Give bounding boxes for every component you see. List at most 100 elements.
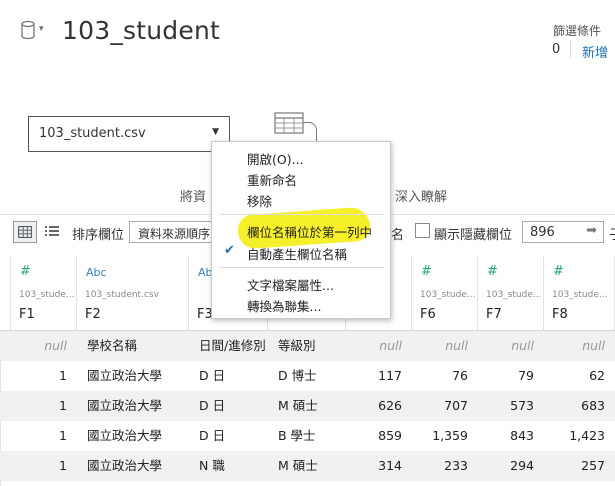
column-source: 103_stude... <box>420 290 476 300</box>
table-cell: 1,359 <box>432 428 468 443</box>
menu-item-field-names-first-row[interactable]: 欄位名稱位於第一列中 <box>247 222 372 241</box>
menu-item-rename[interactable]: 重新命名 <box>247 170 297 189</box>
table-icon[interactable] <box>274 112 304 134</box>
toolbar-label-fragment: 子 <box>609 224 615 243</box>
table-cell: 62 <box>589 368 605 383</box>
column-header[interactable]: #103_stude... F6 <box>412 256 478 330</box>
source-file-select[interactable]: 103_student.csv ▼ <box>28 116 230 152</box>
table-cell: 國立政治大學 <box>87 458 163 473</box>
show-hidden-checkbox[interactable] <box>415 223 430 238</box>
add-filter-link[interactable]: 新增 <box>582 42 608 61</box>
context-menu: 開啟(O)... 重新命名 移除 欄位名稱位於第一列中 ✔ 自動產生欄位名稱 文… <box>211 141 391 319</box>
table-cell: 日間/進修別 <box>199 338 266 353</box>
string-type-icon[interactable]: Abc <box>86 266 107 279</box>
chevron-down-icon[interactable]: ▾ <box>39 24 44 34</box>
table-cell: 843 <box>510 428 534 443</box>
number-type-icon[interactable]: # <box>553 264 564 279</box>
table-cell: 707 <box>444 398 468 413</box>
menu-item-remove[interactable]: 移除 <box>247 191 272 210</box>
table-cell: D 日 <box>199 368 226 383</box>
column-header[interactable]: #103_stude... F8 <box>544 256 615 330</box>
table-cell: 117 <box>378 368 402 383</box>
dropdown-arrow-icon: ▼ <box>212 127 219 137</box>
table-cell: 1 <box>59 428 67 443</box>
table-cell: 294 <box>510 458 534 473</box>
column-header[interactable] <box>0 256 11 330</box>
table-cell: null <box>511 338 534 353</box>
table-cell: 626 <box>378 398 402 413</box>
table-cell: 257 <box>581 458 605 473</box>
list-view-icon[interactable] <box>44 223 60 239</box>
table-cell: B 學士 <box>278 428 316 443</box>
hint-text: 將資 <box>180 190 207 205</box>
arrow-right-icon[interactable]: ➡ <box>586 223 597 238</box>
table-cell: D 博士 <box>278 368 317 383</box>
column-source: 103_stude... <box>486 290 542 300</box>
page-title: 103_student <box>62 16 220 45</box>
table-cell: 76 <box>452 368 468 383</box>
column-header[interactable]: #103_stude... F1 <box>11 256 77 330</box>
source-file-value: 103_student.csv <box>39 126 146 141</box>
check-icon: ✔ <box>224 243 235 258</box>
menu-separator <box>220 267 384 268</box>
column-name[interactable]: F6 <box>420 307 436 322</box>
table-cell: 國立政治大學 <box>87 398 163 413</box>
table-row: null 學校名稱 日間/進修別 等級別 null null null null <box>0 331 615 361</box>
table-cell: 1 <box>59 458 67 473</box>
column-name[interactable]: F1 <box>19 307 35 322</box>
number-type-icon[interactable]: # <box>487 264 498 279</box>
column-name[interactable]: F2 <box>85 307 101 322</box>
table-cell: 1,423 <box>569 428 605 443</box>
toolbar-label-fragment: 名 <box>391 228 405 243</box>
show-hidden-label: 顯示隱藏欄位 <box>434 228 513 243</box>
database-icon[interactable] <box>20 20 36 40</box>
sort-fields-select[interactable]: 資料來源順序 <box>129 221 214 243</box>
table-cell: M 碩士 <box>278 398 318 413</box>
table-cell: M 碩士 <box>278 458 318 473</box>
table-cell: null <box>379 338 402 353</box>
table-cell: 683 <box>581 398 605 413</box>
table-cell: 國立政治大學 <box>87 368 163 383</box>
column-source: 103_student.csv <box>85 290 159 300</box>
table-cell: 859 <box>378 428 402 443</box>
learn-more-link[interactable]: 深入瞭解 <box>395 186 447 205</box>
menu-item-text-file-properties[interactable]: 文字檔案屬性... <box>247 275 334 294</box>
table-cell: 314 <box>378 458 402 473</box>
table-cell: null <box>44 338 67 353</box>
table-cell: D 日 <box>199 428 226 443</box>
table-cell: 79 <box>518 368 534 383</box>
menu-separator <box>220 214 384 215</box>
column-header[interactable]: #103_stude... F7 <box>478 256 544 330</box>
table-cell: N 職 <box>199 458 225 473</box>
table-cell: 國立政治大學 <box>87 428 163 443</box>
table-row: 1 國立政治大學 D 日 M 碩士 626 707 573 683 <box>0 391 615 421</box>
row-count-input[interactable]: 896 ➡ <box>522 221 604 243</box>
column-header[interactable]: Abc 103_student.csv F2 <box>77 256 189 330</box>
sort-fields-label: 排序欄位 <box>72 228 125 243</box>
table-cell: 573 <box>510 398 534 413</box>
column-name[interactable]: F7 <box>486 307 502 322</box>
table-cell: 學校名稱 <box>87 338 138 353</box>
row-count-value: 896 <box>530 225 555 240</box>
table-cell: 233 <box>444 458 468 473</box>
table-cell: D 日 <box>199 398 226 413</box>
table-cell: null <box>445 338 468 353</box>
filter-count: 0 <box>552 42 561 57</box>
column-source: 103_stude... <box>19 290 75 300</box>
table-cell: 1 <box>59 368 67 383</box>
divider <box>570 40 571 58</box>
menu-item-convert-to-union[interactable]: 轉換為聯集... <box>247 296 321 315</box>
table-row: 1 國立政治大學 D 日 B 學士 859 1,359 843 1,423 <box>0 421 615 451</box>
column-source: 103_stude... <box>552 290 608 300</box>
table-row: 1 國立政治大學 N 職 M 碩士 314 233 294 257 <box>0 451 615 481</box>
grid-view-button[interactable] <box>13 221 37 243</box>
menu-item-auto-generate-names[interactable]: 自動產生欄位名稱 <box>247 244 347 263</box>
column-name[interactable]: F8 <box>552 307 568 322</box>
table-cell: null <box>582 338 605 353</box>
table-cell: 1 <box>59 398 67 413</box>
table-row: 1 國立政治大學 D 日 D 博士 117 76 79 62 <box>0 361 615 391</box>
menu-item-open[interactable]: 開啟(O)... <box>247 149 304 168</box>
number-type-icon[interactable]: # <box>20 264 31 279</box>
number-type-icon[interactable]: # <box>421 264 432 279</box>
filter-label: 篩選條件 <box>553 24 602 38</box>
